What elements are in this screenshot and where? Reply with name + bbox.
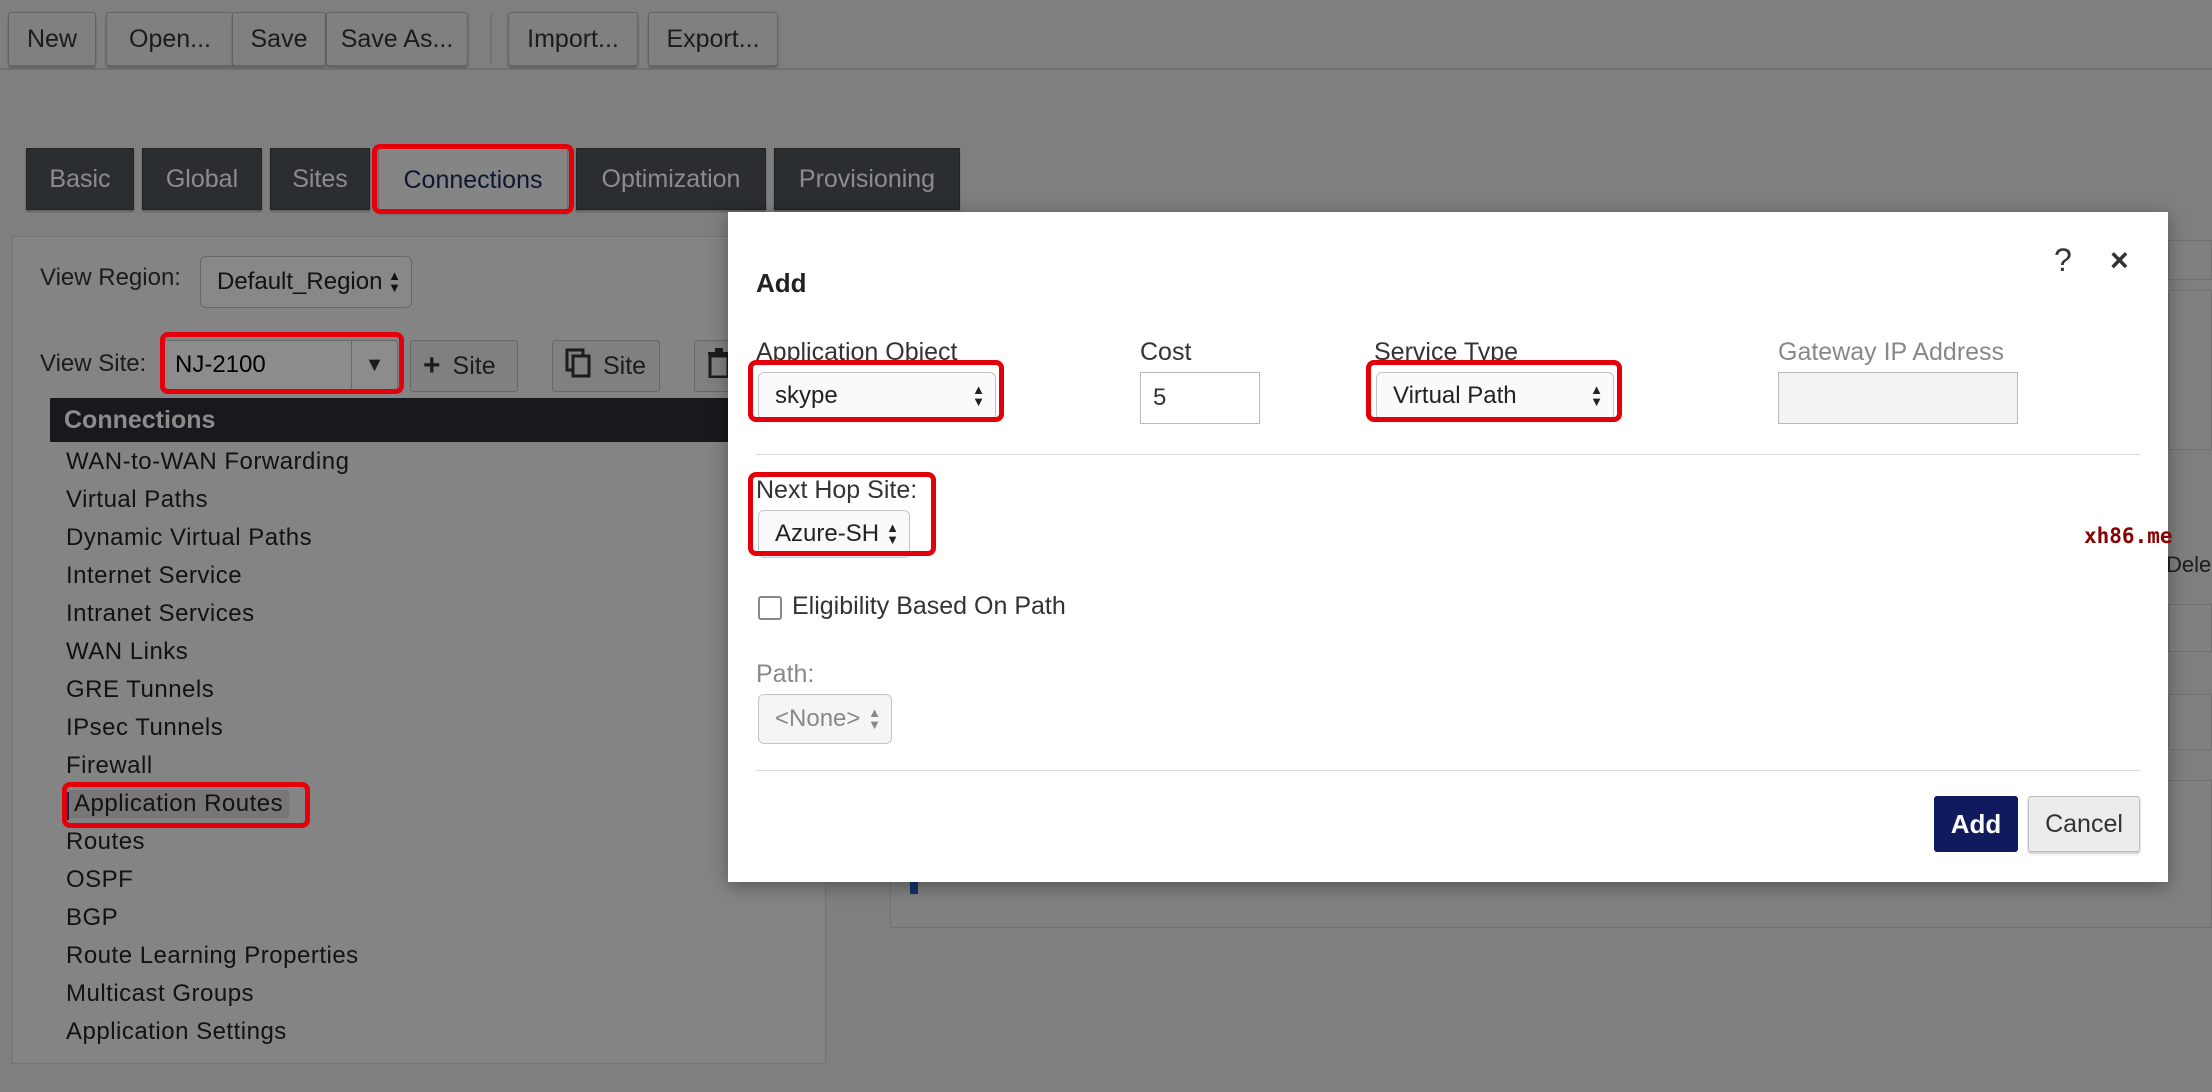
eligibility-label: Eligibility Based On Path [792,592,1066,620]
service-type-label: Service Type [1374,338,1519,366]
watermark: xh86.me [2084,524,2173,548]
service-type-value: Virtual Path [1393,382,1517,409]
next-hop-site-value: Azure-SH [775,520,880,547]
cancel-button[interactable]: Cancel [2028,796,2140,852]
add-button[interactable]: Add [1934,796,2018,852]
application-object-select[interactable]: skype ▲ ▼ [758,372,996,420]
app-window: New Open... Save Save As... Import... Ex… [0,0,2212,1092]
updown-arrows-icon: ▲ ▼ [972,382,985,409]
application-object-value: skype [775,382,838,409]
cost-label: Cost [1140,338,1192,366]
updown-arrows-icon: ▲ ▼ [886,520,899,547]
updown-arrows-icon: ▲ ▼ [1590,382,1603,409]
dialog-title: Add [756,268,807,298]
eligibility-checkbox[interactable] [758,596,782,620]
path-value: <None> [775,705,861,732]
close-icon[interactable]: × [2110,242,2129,279]
service-type-select[interactable]: Virtual Path ▲ ▼ [1376,372,1614,420]
updown-arrows-icon: ▲ ▼ [868,705,881,732]
next-hop-site-select[interactable]: Azure-SH ▲ ▼ [758,510,910,558]
gateway-ip-label: Gateway IP Address [1778,338,2005,366]
help-icon[interactable]: ? [2054,242,2072,279]
divider [756,454,2140,455]
gateway-ip-input[interactable] [1778,372,2018,424]
divider [756,770,2140,771]
cost-input[interactable]: 5 [1140,372,1260,424]
add-dialog: Add ? × Application Object skype ▲ ▼ Cost… [728,212,2168,882]
path-label: Path: [756,660,815,688]
application-object-label: Application Object [756,338,958,366]
path-select[interactable]: <None> ▲ ▼ [758,694,892,744]
next-hop-site-label: Next Hop Site: [756,476,918,504]
